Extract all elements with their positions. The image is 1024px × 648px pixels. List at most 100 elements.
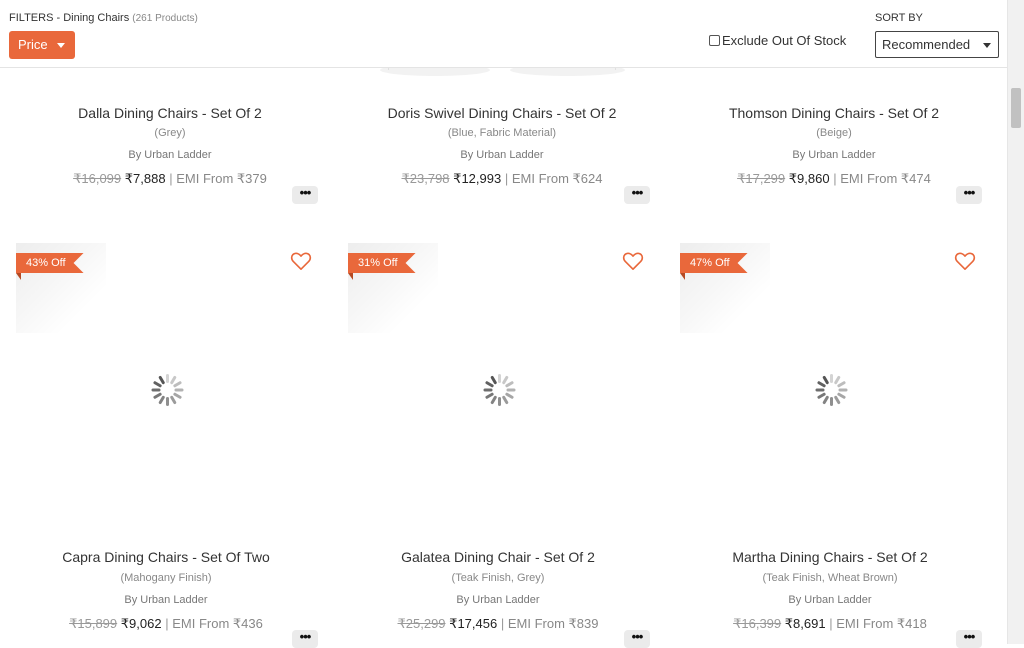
sort-selected-value: Recommended <box>882 37 971 52</box>
product-variant: (Grey) <box>154 127 186 139</box>
emi-text: EMI From ₹436 <box>172 616 263 631</box>
more-options-button[interactable]: ••• <box>624 186 650 204</box>
spinner-spoke <box>498 374 501 383</box>
separator: | <box>500 616 505 631</box>
emi-text: EMI From ₹418 <box>836 616 927 631</box>
product-name[interactable]: Thomson Dining Chairs - Set Of 2 <box>668 105 1000 121</box>
spinner-icon <box>151 374 184 406</box>
separator: | <box>829 616 833 631</box>
product-image-loading[interactable]: 43% Off <box>0 243 332 533</box>
more-options-button[interactable]: ••• <box>292 186 318 204</box>
sort-select[interactable]: Recommended <box>875 31 999 58</box>
spinner-spoke <box>815 388 825 392</box>
separator: | <box>169 171 173 186</box>
filter-bar: FILTERS - Dining Chairs (261 Products) P… <box>0 0 1007 68</box>
scrollbar-thumb[interactable] <box>1011 88 1021 128</box>
mrp-price: ₹16,399 <box>733 616 782 631</box>
sale-price: ₹17,456 <box>449 616 498 631</box>
spinner-spoke <box>158 395 166 405</box>
spinner-spoke <box>504 380 515 388</box>
spinner-spoke <box>836 380 847 388</box>
page-scrollbar[interactable] <box>1007 0 1024 644</box>
product-name[interactable]: Doris Swivel Dining Chairs - Set Of 2 <box>336 105 668 121</box>
price-row: ₹15,899 ₹9,062 | EMI From ₹436 <box>0 616 332 632</box>
emi-text: EMI From ₹839 <box>507 616 599 631</box>
product-name[interactable]: Galatea Dining Chair - Set Of 2 <box>332 549 664 565</box>
badge-fold <box>16 273 21 280</box>
separator: | <box>833 171 837 186</box>
product-brand: By Urban Ladder <box>460 149 544 161</box>
sale-price: ₹9,062 <box>120 616 162 631</box>
product-variant: (Blue, Fabric Material) <box>447 127 557 139</box>
spinner-icon <box>815 374 848 406</box>
spinner-spoke <box>822 395 830 405</box>
mrp-price: ₹17,299 <box>737 171 786 186</box>
price-filter-label: Price <box>18 37 48 52</box>
spinner-spoke <box>830 374 833 383</box>
exclude-out-of-stock-checkbox[interactable] <box>709 35 720 46</box>
product-brand: By Urban Ladder <box>792 149 876 161</box>
product-image-loading[interactable]: 31% Off <box>332 243 664 533</box>
more-options-button[interactable]: ••• <box>956 630 982 648</box>
spinner-spoke <box>838 388 848 392</box>
heart-outline-icon[interactable] <box>622 251 644 271</box>
badge-fold <box>348 273 353 280</box>
spinner-spoke <box>506 388 516 392</box>
emi-text: EMI From ₹379 <box>176 171 267 186</box>
filter-label: FILTERS - Dining Chairs <box>9 12 130 24</box>
discount-badge: 47% Off <box>680 253 748 273</box>
mrp-price: ₹15,899 <box>69 616 118 631</box>
price-row: ₹16,099 ₹7,888 | EMI From ₹379 <box>4 171 336 187</box>
spinner-spoke <box>498 397 501 406</box>
price-filter-button[interactable]: Price <box>9 31 75 59</box>
spinner-spoke <box>483 388 493 392</box>
spinner-spoke <box>172 380 183 388</box>
heart-outline-icon[interactable] <box>290 251 312 271</box>
separator: | <box>504 171 509 186</box>
price-row: ₹23,798 ₹12,993 | EMI From ₹624 <box>336 171 668 187</box>
product-brand: By Urban Ladder <box>128 149 212 161</box>
product-brand: By Urban Ladder <box>456 594 540 606</box>
product-brand: By Urban Ladder <box>124 594 208 606</box>
price-row: ₹16,399 ₹8,691 | EMI From ₹418 <box>664 616 996 632</box>
badge-fold <box>680 273 685 280</box>
sort-label: SORT BY <box>875 12 923 24</box>
mrp-price: ₹16,099 <box>73 171 122 186</box>
sale-price: ₹9,860 <box>788 171 830 186</box>
separator: | <box>165 616 169 631</box>
emi-text: EMI From ₹474 <box>840 171 931 186</box>
product-variant: (Beige) <box>816 127 852 139</box>
caret-down-icon <box>983 43 991 48</box>
product-name[interactable]: Martha Dining Chairs - Set Of 2 <box>664 549 996 565</box>
sale-price: ₹12,993 <box>453 171 502 186</box>
exclude-out-of-stock[interactable]: Exclude Out Of Stock <box>709 33 846 48</box>
product-name[interactable]: Capra Dining Chairs - Set Of Two <box>0 549 332 565</box>
sale-price: ₹7,888 <box>124 171 166 186</box>
caret-down-icon <box>57 43 65 48</box>
emi-text: EMI From ₹624 <box>511 171 603 186</box>
product-count: (261 Products) <box>132 13 198 24</box>
spinner-spoke <box>151 388 161 392</box>
spinner-spoke <box>166 374 169 383</box>
product-image-loading[interactable]: 47% Off <box>664 243 996 533</box>
more-options-button[interactable]: ••• <box>624 630 650 648</box>
mrp-price: ₹25,299 <box>397 616 446 631</box>
heart-outline-icon[interactable] <box>954 251 976 271</box>
product-variant: (Teak Finish, Grey) <box>451 572 545 584</box>
spinner-spoke <box>830 397 833 406</box>
filter-title: FILTERS - Dining Chairs (261 Products) <box>9 12 198 24</box>
product-name[interactable]: Dalla Dining Chairs - Set Of 2 <box>4 105 336 121</box>
price-row: ₹25,299 ₹17,456 | EMI From ₹839 <box>332 616 664 632</box>
spinner-spoke <box>490 395 498 405</box>
product-variant: (Teak Finish, Wheat Brown) <box>762 572 898 584</box>
more-options-button[interactable]: ••• <box>956 186 982 204</box>
exclude-out-of-stock-label: Exclude Out Of Stock <box>722 33 847 48</box>
spinner-icon <box>483 374 516 406</box>
price-row: ₹17,299 ₹9,860 | EMI From ₹474 <box>668 171 1000 187</box>
mrp-price: ₹23,798 <box>401 171 450 186</box>
spinner-spoke <box>174 388 184 392</box>
discount-badge: 43% Off <box>16 253 84 273</box>
spinner-spoke <box>166 397 169 406</box>
more-options-button[interactable]: ••• <box>292 630 318 648</box>
product-brand: By Urban Ladder <box>788 594 872 606</box>
